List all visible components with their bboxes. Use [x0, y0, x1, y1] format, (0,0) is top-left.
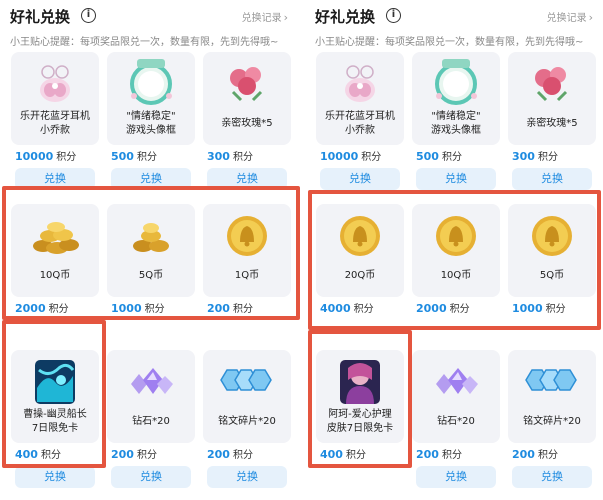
tip-text: 小王贴心提醒：每项奖品限兑一次，数量有限，先到先得哦~ — [10, 37, 279, 48]
reward-card: "情绪稳定" 游戏头像框 500 积分 兑换 — [107, 52, 195, 198]
exchange-record-link[interactable]: 兑换记录 › — [242, 9, 288, 24]
reward-card: 亲密玫瑰*5 300 积分 兑换 — [203, 52, 291, 198]
panel-header: 好礼兑换 i 兑换记录 › — [315, 6, 597, 26]
panel-header: 好礼兑换 i 兑换记录 › — [10, 6, 292, 26]
reward-image: 乐开花蓝牙耳机 小乔款 — [316, 52, 404, 145]
reward-name-line2: 小乔款 — [345, 125, 375, 136]
redeem-button[interactable]: 兑换 — [111, 466, 191, 488]
redeem-button[interactable]: 兑换 — [207, 466, 287, 488]
highlight-box — [308, 190, 601, 330]
reward-card: 铭文碎片*20 200 积分 兑换 — [508, 350, 596, 496]
diamond-icon — [436, 368, 478, 394]
reward-price: 300 积分 — [512, 150, 558, 163]
redeem-button[interactable]: 兑换 — [512, 168, 592, 190]
reward-name-line1: 铭文碎片*20 — [218, 416, 276, 427]
redeem-button[interactable]: 兑换 — [416, 168, 496, 190]
reward-name-line2: 游戏头像框 — [126, 125, 176, 136]
redeem-button[interactable]: 兑换 — [512, 466, 592, 488]
reward-image: 亲密玫瑰*5 — [508, 52, 596, 145]
avatar-frame-icon — [435, 59, 477, 105]
reward-card: 乐开花蓝牙耳机 小乔款 10000 积分 兑换 — [316, 52, 404, 198]
reward-image: 亲密玫瑰*5 — [203, 52, 291, 145]
rose-icon — [535, 67, 568, 102]
reward-name-line1: 钻石*20 — [132, 416, 170, 427]
exchange-record-link[interactable]: 兑换记录 › — [547, 9, 593, 24]
reward-price: 200 积分 — [207, 448, 253, 461]
reward-name-line1: 亲密玫瑰*5 — [221, 118, 273, 129]
reward-name-line1: 钻石*20 — [437, 416, 475, 427]
reward-price: 300 积分 — [207, 150, 253, 163]
reward-name-line1: 亲密玫瑰*5 — [526, 118, 578, 129]
reward-name-line2: 游戏头像框 — [431, 125, 481, 136]
reward-price: 10000 积分 — [15, 150, 77, 163]
left-panel: 好礼兑换 i 兑换记录 › 小王贴心提醒：每项奖品限兑一次，数量有限，先到先得哦~… — [0, 0, 300, 500]
headphones-icon — [345, 65, 375, 102]
right-panel: 好礼兑换 i 兑换记录 › 小王贴心提醒：每项奖品限兑一次，数量有限，先到先得哦~… — [305, 0, 603, 500]
reward-image: "情绪稳定" 游戏头像框 — [107, 52, 195, 145]
reward-image: 铭文碎片*20 — [203, 350, 291, 443]
reward-name-line1: 铭文碎片*20 — [523, 416, 581, 427]
redeem-button[interactable]: 兑换 — [416, 466, 496, 488]
reward-image: 钻石*20 — [107, 350, 195, 443]
reward-price: 200 积分 — [111, 448, 157, 461]
reward-price: 500 积分 — [111, 150, 157, 163]
chevron-right-icon: › — [283, 11, 288, 24]
diamond-icon — [131, 368, 173, 394]
reward-name-line1: 乐开花蓝牙耳机 — [20, 111, 90, 122]
reward-name-line1: "情绪稳定" — [126, 111, 176, 122]
inscription-shard-icon — [525, 369, 577, 391]
reward-card: 乐开花蓝牙耳机 小乔款 10000 积分 兑换 — [11, 52, 99, 198]
highlight-box — [2, 186, 300, 320]
highlight-box — [2, 320, 106, 468]
info-icon[interactable]: i — [81, 8, 96, 23]
rose-icon — [230, 67, 263, 102]
page-title: 好礼兑换 — [315, 8, 376, 26]
redeem-button[interactable]: 兑换 — [320, 168, 400, 190]
reward-image: 乐开花蓝牙耳机 小乔款 — [11, 52, 99, 145]
tip-text: 小王贴心提醒：每项奖品限兑一次，数量有限，先到先得哦~ — [315, 37, 584, 48]
chevron-right-icon: › — [588, 11, 593, 24]
reward-name-line1: "情绪稳定" — [431, 111, 481, 122]
reward-image: 铭文碎片*20 — [508, 350, 596, 443]
inscription-shard-icon — [220, 369, 272, 391]
info-icon[interactable]: i — [386, 8, 401, 23]
reward-image: "情绪稳定" 游戏头像框 — [412, 52, 500, 145]
reward-image: 钻石*20 — [412, 350, 500, 443]
redeem-button[interactable]: 兑换 — [15, 466, 95, 488]
reward-price: 500 积分 — [416, 150, 462, 163]
reward-name-line2: 小乔款 — [40, 125, 70, 136]
reward-card: 铭文碎片*20 200 积分 兑换 — [203, 350, 291, 496]
highlight-box — [308, 330, 412, 468]
page-title: 好礼兑换 — [10, 8, 71, 26]
reward-card: 钻石*20 200 积分 兑换 — [412, 350, 500, 496]
reward-card: "情绪稳定" 游戏头像框 500 积分 兑换 — [412, 52, 500, 198]
reward-price: 200 积分 — [512, 448, 558, 461]
reward-name-line1: 乐开花蓝牙耳机 — [325, 111, 395, 122]
reward-price: 10000 积分 — [320, 150, 382, 163]
avatar-frame-icon — [130, 59, 172, 105]
reward-card: 钻石*20 200 积分 兑换 — [107, 350, 195, 496]
reward-price: 200 积分 — [416, 448, 462, 461]
headphones-icon — [40, 65, 70, 102]
reward-card: 亲密玫瑰*5 300 积分 兑换 — [508, 52, 596, 198]
